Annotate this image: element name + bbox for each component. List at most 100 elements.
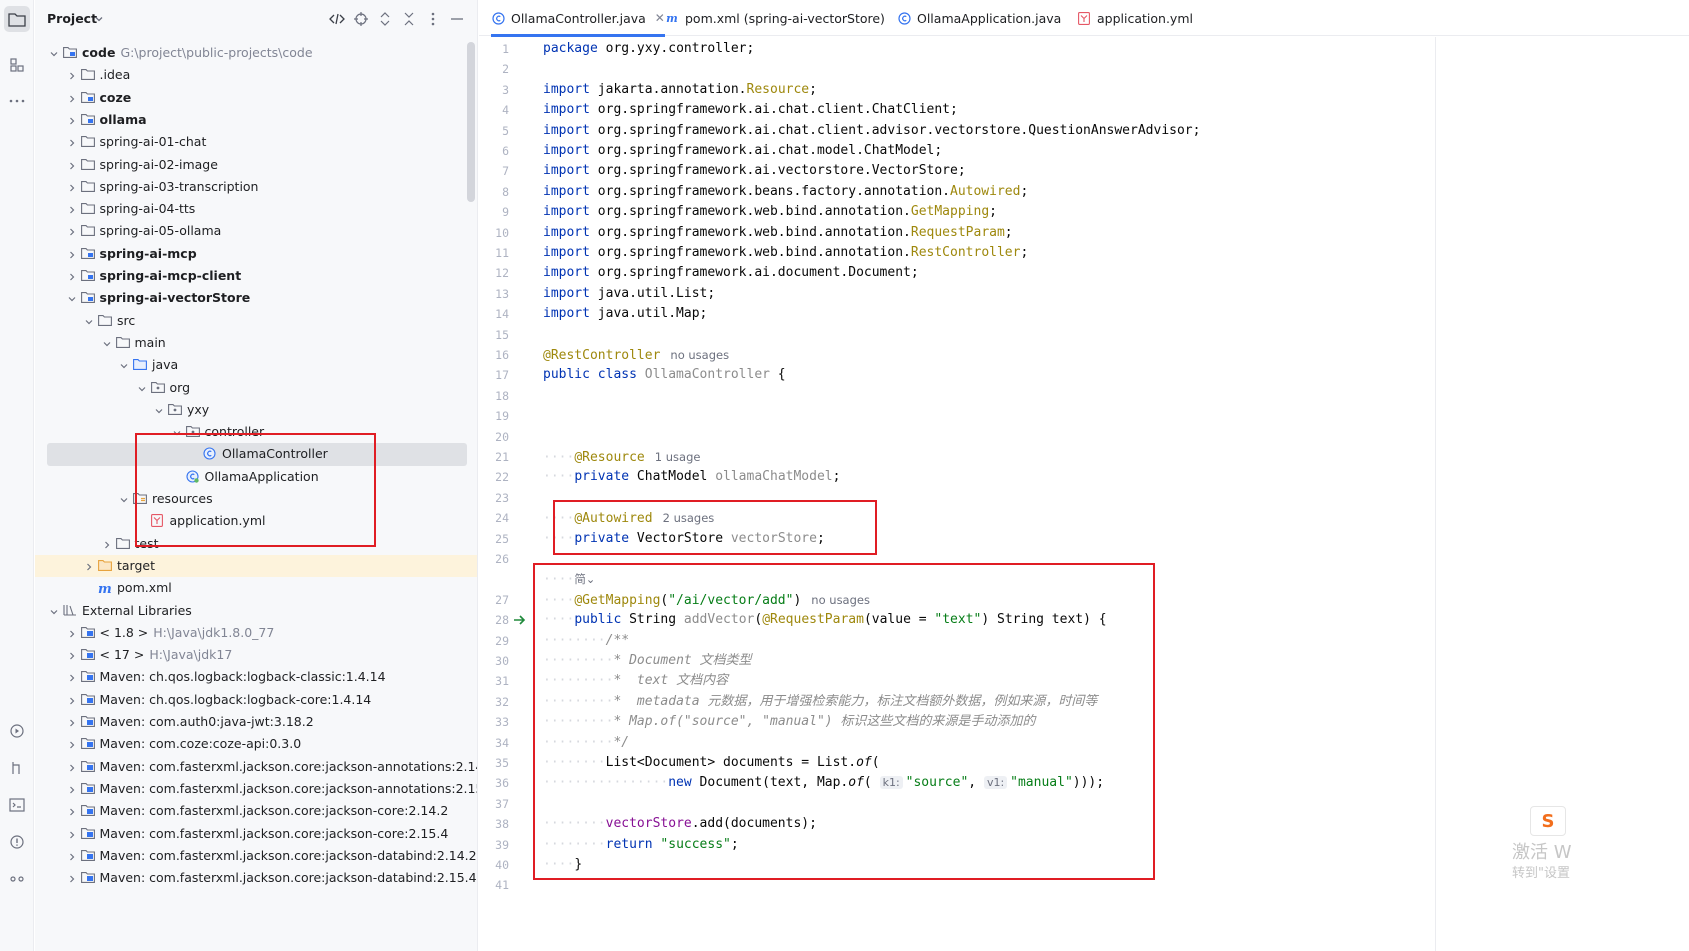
chevron-right-icon[interactable]: [67, 181, 77, 192]
code-line[interactable]: ····}: [543, 855, 582, 875]
code-line[interactable]: import java.util.Map;: [543, 304, 707, 324]
tree-item[interactable]: spring-ai-vectorStore: [35, 287, 477, 309]
chevron-right-icon[interactable]: [67, 225, 77, 236]
tree-item[interactable]: m pom.xml: [35, 577, 477, 599]
code-line[interactable]: ····简⌄: [543, 569, 595, 589]
code-line[interactable]: import org.springframework.ai.document.D…: [543, 263, 919, 283]
chevron-down-icon[interactable]: [102, 337, 112, 347]
tree-item[interactable]: spring-ai-01-chat: [35, 131, 477, 153]
expand-all-icon[interactable]: [377, 11, 393, 27]
code-line[interactable]: import org.springframework.beans.factory…: [543, 182, 1028, 202]
tree-item[interactable]: < 1.8 > H:\Java\jdk1.8.0_77: [35, 622, 477, 644]
chevron-right-icon[interactable]: [67, 783, 77, 794]
version-control-icon[interactable]: [4, 866, 30, 892]
chevron-right-icon[interactable]: [67, 248, 77, 259]
terminal-tool-icon[interactable]: [4, 792, 30, 818]
code-line[interactable]: import org.springframework.web.bind.anno…: [543, 223, 1013, 243]
chevron-down-icon[interactable]: [91, 11, 107, 27]
tree-item[interactable]: code G:\project\public-projects\code: [35, 42, 477, 64]
code-line[interactable]: import jakarta.annotation.Resource;: [543, 80, 817, 100]
code-line[interactable]: ····@Autowired 2 usages: [543, 508, 714, 528]
chevron-right-icon[interactable]: [67, 159, 77, 169]
tree-item[interactable]: OllamaApplication: [35, 466, 477, 488]
tree-item[interactable]: spring-ai-mcp: [35, 243, 477, 265]
tree-item[interactable]: External Libraries: [35, 600, 477, 622]
code-line[interactable]: ········/**: [543, 631, 629, 651]
chevron-right-icon[interactable]: [67, 805, 77, 816]
code-line[interactable]: ····private VectorStore vectorStore;: [543, 529, 825, 549]
tree-item[interactable]: Maven: com.fasterxml.jackson.core:jackso…: [35, 845, 477, 867]
tree-item[interactable]: java: [35, 354, 477, 376]
problems-tool-icon[interactable]: [4, 829, 30, 855]
code-line[interactable]: import org.springframework.ai.chat.clien…: [543, 121, 1200, 141]
tree-item[interactable]: Maven: com.fasterxml.jackson.core:jackso…: [35, 823, 477, 845]
tree-item[interactable]: application.yml: [35, 510, 477, 532]
project-panel-title[interactable]: Project: [47, 11, 97, 26]
tree-item[interactable]: Maven: ch.qos.logback:logback-core:1.4.1…: [35, 689, 477, 711]
code-line[interactable]: ········return "success";: [543, 835, 739, 855]
chevron-right-icon[interactable]: [67, 69, 77, 80]
code-line[interactable]: ········List<Document> documents = List.…: [543, 753, 880, 773]
code-line[interactable]: ····public String addVector(@RequestPara…: [543, 610, 1107, 630]
code-line[interactable]: import org.springframework.ai.vectorstor…: [543, 161, 966, 181]
code-line[interactable]: ········vectorStore.add(documents);: [543, 814, 817, 834]
structure-tool-icon[interactable]: [4, 52, 30, 78]
chevron-right-icon[interactable]: [67, 694, 77, 705]
chevron-right-icon[interactable]: [67, 270, 77, 281]
chevron-down-icon[interactable]: [137, 382, 147, 392]
tree-item[interactable]: Maven: com.fasterxml.jackson.core:jackso…: [35, 778, 477, 800]
tree-item[interactable]: spring-ai-mcp-client: [35, 265, 477, 287]
tree-item[interactable]: OllamaController: [47, 443, 467, 466]
chevron-right-icon[interactable]: [67, 671, 77, 682]
code-line[interactable]: ····private ChatModel ollamaChatModel;: [543, 467, 840, 487]
chevron-right-icon[interactable]: [67, 761, 77, 772]
options-menu-icon[interactable]: [425, 11, 441, 27]
project-tool-icon[interactable]: [4, 6, 30, 32]
tree-item[interactable]: yxy: [35, 399, 477, 421]
code-area[interactable]: package org.yxy.controller; import jakart…: [479, 37, 1689, 951]
collapse-all-icon[interactable]: [401, 11, 417, 27]
close-icon[interactable]: ✕: [655, 11, 665, 25]
tree-item[interactable]: controller: [35, 421, 477, 443]
tree-item[interactable]: org: [35, 377, 477, 399]
code-line[interactable]: import org.springframework.ai.chat.model…: [543, 141, 942, 161]
code-line[interactable]: ·········* Map.of("source", "manual") 标识…: [543, 712, 1035, 732]
tab-pom-xml[interactable]: m pom.xml (spring-ai-vectorStore): [665, 0, 885, 36]
code-line[interactable]: import java.util.List;: [543, 284, 715, 304]
chevron-right-icon[interactable]: [67, 716, 77, 727]
chevron-down-icon[interactable]: [49, 605, 59, 615]
chevron-down-icon[interactable]: [172, 426, 182, 436]
chevron-right-icon[interactable]: [67, 828, 77, 838]
select-opened-file-icon[interactable]: [329, 11, 345, 27]
code-line[interactable]: ····@GetMapping("/ai/vector/add") no usag…: [543, 590, 870, 610]
tree-item[interactable]: src: [35, 310, 477, 332]
chevron-right-icon[interactable]: [67, 92, 77, 103]
ime-badge[interactable]: S: [1530, 806, 1566, 836]
code-line[interactable]: ·········* Document 文档类型: [543, 651, 752, 671]
git-tool-icon[interactable]: [4, 755, 30, 781]
tree-item[interactable]: Maven: ch.qos.logback:logback-classic:1.…: [35, 666, 477, 688]
chevron-right-icon[interactable]: [67, 627, 77, 638]
code-line[interactable]: ·········*/: [543, 733, 629, 753]
tab-ollama-application[interactable]: OllamaApplication.java: [897, 0, 1061, 36]
tree-item[interactable]: spring-ai-03-transcription: [35, 176, 477, 198]
code-line[interactable]: @RestController no usages: [543, 345, 729, 365]
tree-item[interactable]: main: [35, 332, 477, 354]
chevron-down-icon[interactable]: [49, 47, 59, 57]
services-tool-icon[interactable]: [4, 718, 30, 744]
tab-ollama-controller[interactable]: OllamaController.java ✕: [491, 0, 665, 37]
tree-item[interactable]: resources: [35, 488, 477, 510]
chevron-down-icon[interactable]: [84, 315, 94, 325]
chevron-down-icon[interactable]: [119, 359, 129, 369]
tree-item[interactable]: test: [35, 533, 477, 555]
chevron-right-icon[interactable]: [67, 738, 77, 749]
tree-item[interactable]: < 17 > H:\Java\jdk17: [35, 644, 477, 666]
code-line[interactable]: package org.yxy.controller;: [543, 39, 754, 59]
chevron-right-icon[interactable]: [67, 850, 77, 861]
chevron-right-icon[interactable]: [67, 203, 77, 214]
tab-application-yml[interactable]: application.yml: [1077, 0, 1193, 36]
tree-item[interactable]: target: [35, 554, 477, 578]
chevron-right-icon[interactable]: [102, 538, 112, 549]
code-line[interactable]: ·········* text 文档内容: [543, 671, 728, 691]
code-line[interactable]: import org.springframework.ai.chat.clien…: [543, 100, 958, 120]
